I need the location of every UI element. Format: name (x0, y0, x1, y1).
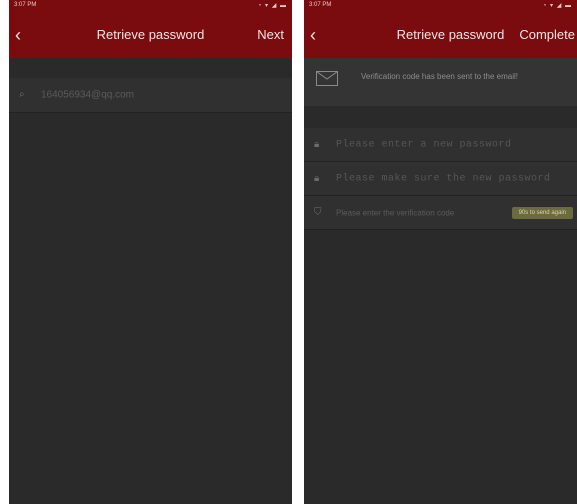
new-password-placeholder: Please enter a new password (336, 139, 512, 150)
resend-code-button[interactable]: 90s to send again (511, 206, 573, 219)
email-field[interactable]: ⌕ 164056934@qq.com (9, 78, 292, 113)
status-time: 3:07 PM (14, 2, 37, 8)
status-bar: 3:07 PM ◔ ▾ ◢ ▬ (304, 0, 577, 12)
status-bar: 3:07 PM ◔ ▾ ◢ ▬ (9, 0, 292, 12)
search-icon: ⌕ (19, 89, 25, 100)
complete-button[interactable]: Complete (519, 27, 575, 42)
next-button[interactable]: Next (257, 27, 284, 42)
lock-icon: 🔒︎ (314, 172, 320, 184)
status-icons: ◔ ▾ ◢ ▬ (542, 3, 572, 9)
status-time: 3:07 PM (309, 2, 332, 8)
verification-notice: Verification code has been sent to the e… (304, 58, 577, 106)
notice-text: Verification code has been sent to the e… (361, 72, 518, 81)
verification-code-field[interactable]: ⛉ Please enter the verification code 90s… (304, 196, 577, 230)
shield-icon: ⛉ (314, 206, 322, 218)
mail-icon (316, 71, 338, 86)
status-icons: ◔ ▾ ◢ ▬ (257, 3, 287, 9)
code-placeholder: Please enter the verification code (336, 208, 455, 217)
page-title: Retrieve password (96, 27, 205, 42)
confirm-password-field[interactable]: 🔒︎ Please make sure the new password (304, 162, 577, 196)
confirm-password-placeholder: Please make sure the new password (336, 173, 551, 184)
app-bar: ‹ Retrieve password Next (9, 12, 292, 58)
lock-icon: 🔒︎ (314, 138, 320, 150)
screen-retrieve-password-step2: 3:07 PM ◔ ▾ ◢ ▬ ‹ Retrieve password Comp… (304, 0, 577, 504)
app-bar: ‹ Retrieve password Complete (304, 12, 577, 58)
email-value: 164056934@qq.com (41, 89, 134, 101)
new-password-field[interactable]: 🔒︎ Please enter a new password (304, 128, 577, 162)
screen-retrieve-password-step1: 3:07 PM ◔ ▾ ◢ ▬ ‹ Retrieve password Next… (9, 0, 292, 504)
